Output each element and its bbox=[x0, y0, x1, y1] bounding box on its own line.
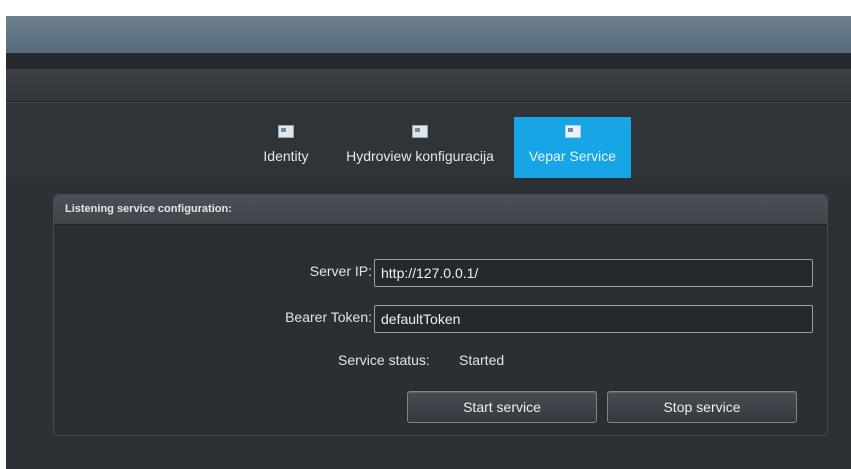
stop-service-button[interactable]: Stop service bbox=[607, 391, 797, 423]
service-status-value: Started bbox=[459, 352, 505, 368]
top-white-strip bbox=[0, 0, 851, 16]
listening-service-config-panel: Listening service configuration: Server … bbox=[53, 194, 828, 436]
config-window-icon bbox=[412, 125, 428, 138]
server-ip-input[interactable] bbox=[374, 259, 813, 287]
tab-label: Vepar Service bbox=[528, 148, 617, 164]
start-service-button[interactable]: Start service bbox=[407, 391, 597, 423]
bearer-token-input[interactable] bbox=[374, 305, 813, 333]
tab-identity[interactable]: Identity bbox=[254, 117, 318, 178]
service-status-label: Service status: bbox=[338, 352, 430, 368]
tab-label: Identity bbox=[263, 148, 309, 164]
tab-vepar-service[interactable]: Vepar Service bbox=[514, 117, 631, 178]
toolbar bbox=[6, 69, 851, 102]
app-window: Identity Hydroview konfiguracija Vepar S… bbox=[6, 16, 851, 469]
panel-title: Listening service configuration: bbox=[54, 195, 827, 225]
tab-label: Hydroview konfiguracija bbox=[346, 148, 494, 164]
identity-card-icon bbox=[278, 125, 294, 138]
server-ip-label: Server IP: bbox=[309, 263, 372, 279]
tab-hydroview-konfiguracija[interactable]: Hydroview konfiguracija bbox=[332, 117, 508, 178]
bearer-token-label: Bearer Token: bbox=[285, 309, 372, 325]
tab-bar: Identity Hydroview konfiguracija Vepar S… bbox=[6, 102, 851, 178]
title-bar[interactable] bbox=[6, 16, 851, 53]
service-window-icon bbox=[564, 125, 581, 138]
menu-band bbox=[6, 53, 851, 69]
